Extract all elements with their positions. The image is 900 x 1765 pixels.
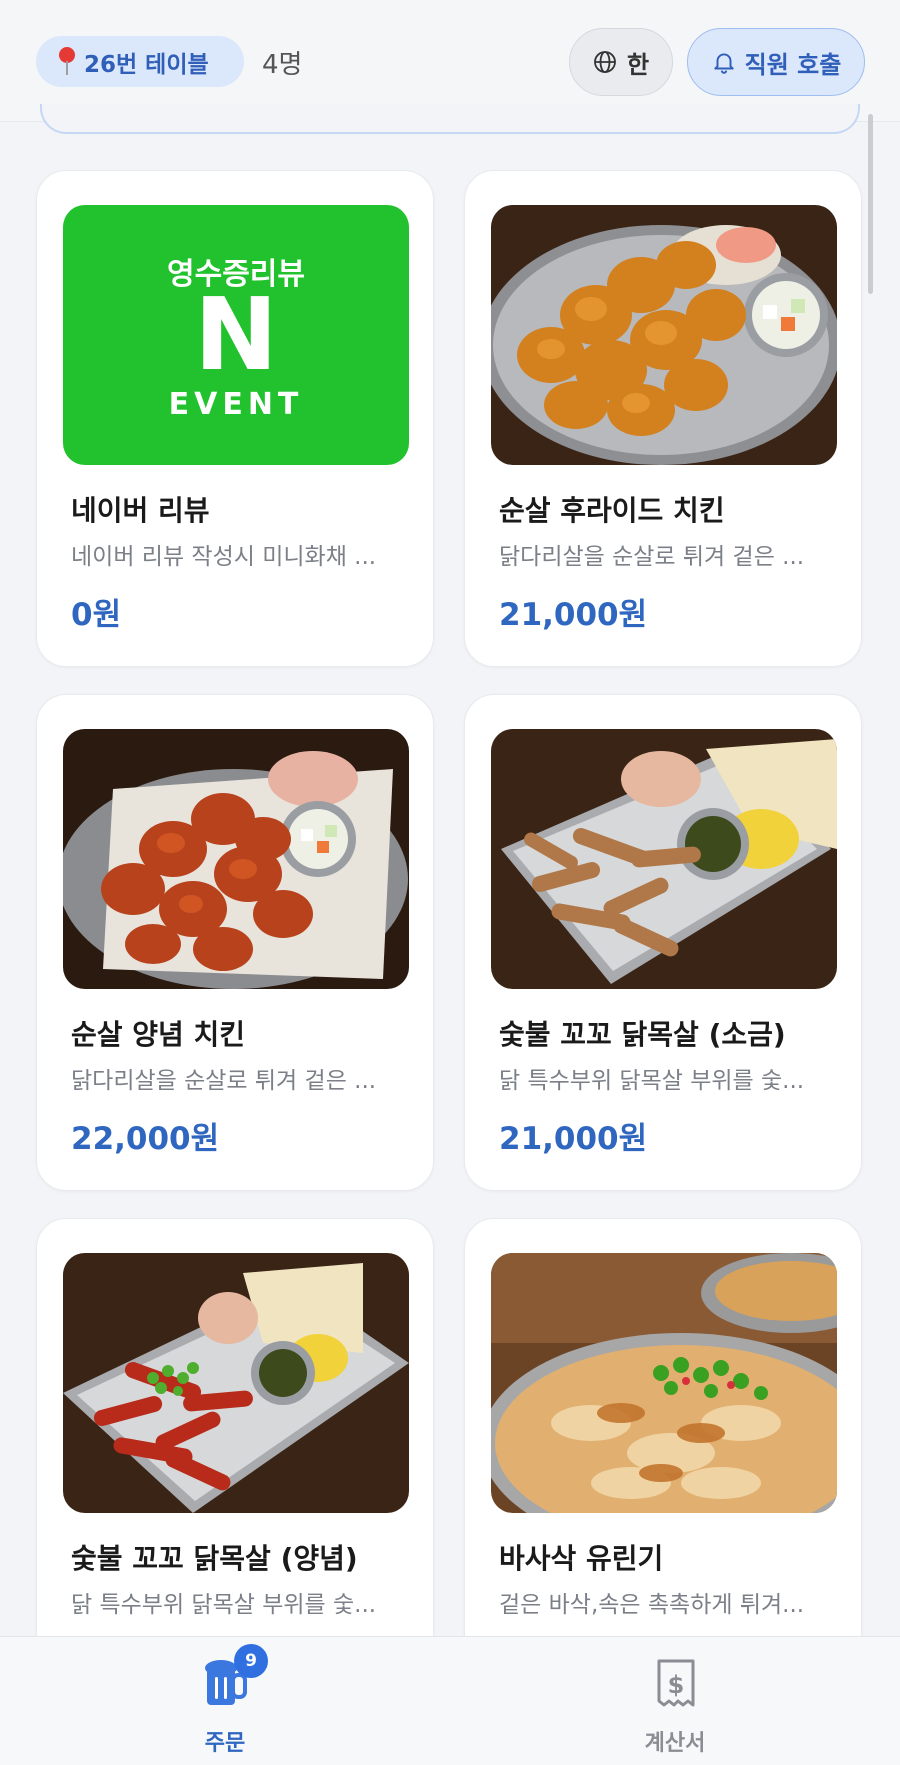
receipt-icon: $ <box>657 1659 695 1707</box>
cart-count-badge: 9 <box>234 1644 268 1678</box>
table-number-label: 26번 테이블 <box>84 51 209 78</box>
promo-banner[interactable] <box>40 104 860 134</box>
menu-title: 순살 후라이드 치킨 <box>499 494 725 527</box>
naver-logo-icon: N <box>194 276 278 393</box>
bell-icon <box>714 53 734 74</box>
table-number-badge: 26번 테이블 <box>36 36 244 87</box>
nav-order-label: 주문 <box>204 1731 246 1756</box>
language-label: 한 <box>626 50 650 79</box>
menu-title: 순살 양념 치킨 <box>71 1018 246 1051</box>
location-pin-icon <box>56 46 78 77</box>
menu-description: 닭다리살을 순살로 튀겨 겉은 ... <box>71 1068 377 1094</box>
scrollbar[interactable] <box>868 114 873 294</box>
menu-card[interactable]: 순살 양념 치킨 닭다리살을 순살로 튀겨 겉은 ... 22,000원 <box>36 694 434 1191</box>
menu-price: 22,000원 <box>71 1121 220 1157</box>
svg-text:$: $ <box>668 1671 685 1699</box>
grilled-neck-salt-photo <box>491 729 837 989</box>
menu-price: 21,000원 <box>499 1121 648 1157</box>
call-staff-button[interactable]: 직원 호출 <box>687 28 865 96</box>
menu-title: 네이버 리뷰 <box>71 494 210 527</box>
globe-icon <box>594 51 616 73</box>
party-size: 4명 <box>262 50 303 80</box>
menu-title: 숯불 꼬꼬 닭목살 (소금) <box>499 1018 786 1051</box>
menu-card[interactable]: 숯불 꼬꼬 닭목살 (양념) 닭 특수부위 닭목살 부위를 숯... <box>36 1218 434 1698</box>
yuringi-photo <box>491 1253 837 1513</box>
menu-description: 닭 특수부위 닭목살 부위를 숯... <box>71 1592 377 1618</box>
menu-price: 21,000원 <box>499 597 648 633</box>
menu-description: 겉은 바삭,속은 촉촉하게 튀겨... <box>499 1592 805 1618</box>
menu-description: 닭다리살을 순살로 튀겨 겉은 ... <box>499 544 805 570</box>
fried-chicken-photo <box>491 205 837 465</box>
menu-card[interactable]: 숯불 꼬꼬 닭목살 (소금) 닭 특수부위 닭목살 부위를 숯... 21,00… <box>464 694 862 1191</box>
menu-price: 0원 <box>71 597 122 633</box>
menu-title: 바사삭 유린기 <box>499 1542 664 1575</box>
menu-description: 닭 특수부위 닭목살 부위를 숯... <box>499 1068 805 1094</box>
menu-card[interactable]: 순살 후라이드 치킨 닭다리살을 순살로 튀겨 겉은 ... 21,000원 <box>464 170 862 667</box>
menu-title: 숯불 꼬꼬 닭목살 (양념) <box>71 1542 358 1575</box>
menu-card[interactable]: 영수증리뷰 N EVENT 네이버 리뷰 네이버 리뷰 작성시 미니화채 ...… <box>36 170 434 667</box>
naver-event-image: 영수증리뷰 N EVENT <box>63 205 409 465</box>
event-line2: EVENT <box>168 387 304 422</box>
nav-order[interactable]: 주문 <box>125 1637 325 1765</box>
nav-bill[interactable]: $ 계산서 <box>575 1637 775 1765</box>
bottom-nav: 주문 $ 계산서 <box>0 1636 900 1765</box>
menu-description: 네이버 리뷰 작성시 미니화채 ... <box>71 544 377 570</box>
nav-bill-label: 계산서 <box>644 1731 706 1756</box>
seasoned-chicken-photo <box>63 729 409 989</box>
language-button[interactable]: 한 <box>569 28 673 96</box>
call-staff-label: 직원 호출 <box>744 50 842 79</box>
grilled-neck-seasoned-photo <box>63 1253 409 1513</box>
menu-card[interactable]: 바사삭 유린기 겉은 바삭,속은 촉촉하게 튀겨... <box>464 1218 862 1698</box>
